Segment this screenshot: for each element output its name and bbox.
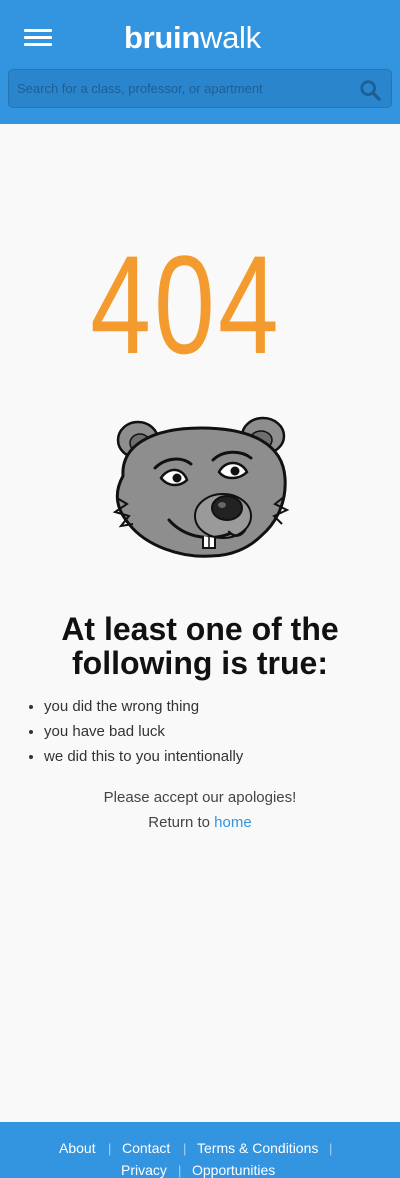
footer: About | Contact | Terms & Conditions | P… (0, 1122, 400, 1178)
list-item: we did this to you intentionally (44, 744, 384, 769)
footer-link-privacy[interactable]: Privacy (121, 1162, 167, 1178)
apology-text: Please accept our apologies! (103, 789, 297, 806)
footer-separator: | (329, 1141, 333, 1156)
error-code: 404 (90, 226, 282, 383)
logo[interactable]: bruinwalk (124, 18, 261, 58)
search-input[interactable] (17, 70, 347, 107)
footer-separator: | (108, 1141, 112, 1156)
list-item: you did the wrong thing (44, 694, 384, 719)
reasons-list: you did the wrong thing you have bad luc… (44, 694, 384, 769)
return-line: Return to home (0, 810, 400, 835)
search-bar (8, 69, 392, 108)
menu-bar (24, 29, 52, 32)
bear-mascot (112, 416, 290, 558)
error-heading: At least one of the following is true: (61, 611, 339, 681)
logo-light: walk (200, 20, 261, 55)
menu-bar (24, 43, 52, 46)
logo-bold: bruin (124, 20, 200, 55)
footer-link-opportunities[interactable]: Opportunities (192, 1162, 275, 1178)
return-prefix: Return to (148, 814, 210, 831)
search-icon[interactable] (359, 79, 381, 101)
footer-link-contact[interactable]: Contact (122, 1140, 170, 1156)
footer-separator: | (178, 1163, 182, 1178)
header: bruinwalk (0, 0, 400, 124)
menu-bar (24, 36, 52, 39)
home-link[interactable]: home (214, 814, 252, 831)
footer-link-about[interactable]: About (59, 1140, 96, 1156)
footer-link-terms[interactable]: Terms & Conditions (197, 1140, 318, 1156)
footer-separator: | (183, 1141, 187, 1156)
menu-icon[interactable] (24, 29, 52, 47)
list-item: you have bad luck (44, 719, 384, 744)
